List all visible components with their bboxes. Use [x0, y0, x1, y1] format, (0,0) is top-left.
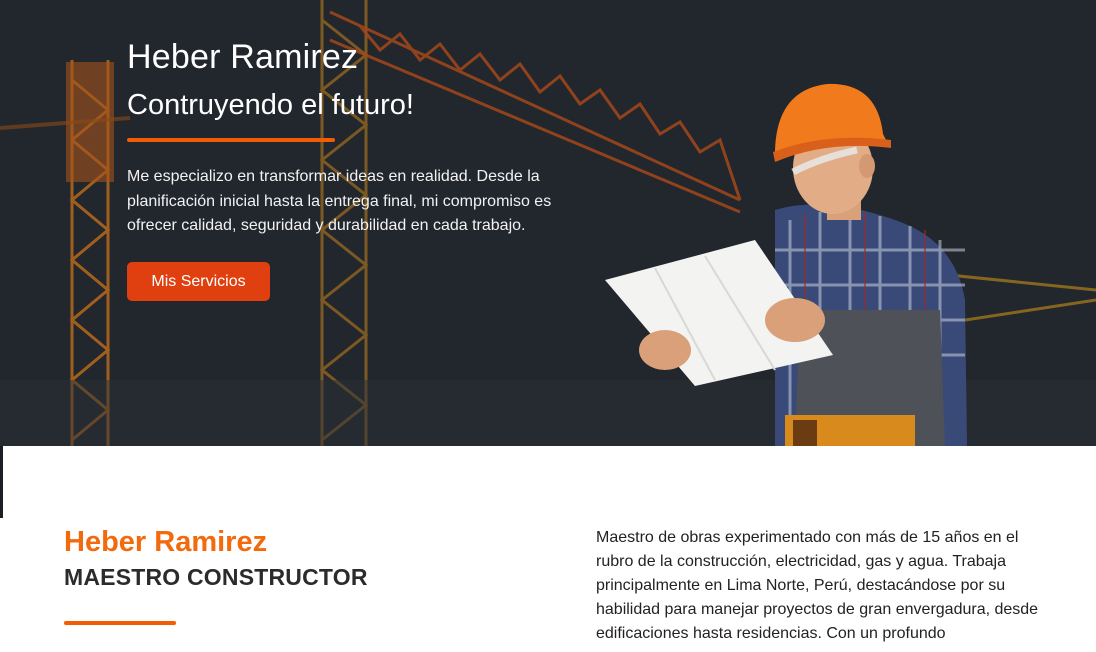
- hero-section: Heber Ramirez Contruyendo el futuro! Me …: [0, 0, 1096, 446]
- construction-worker-image: [605, 83, 967, 446]
- about-description: Maestro de obras experimentado con más d…: [596, 529, 1039, 642]
- left-edge-divider: [0, 446, 3, 518]
- about-name: Heber Ramirez: [64, 526, 268, 558]
- hero-title: Heber Ramirez: [127, 38, 359, 76]
- hero-title-underline: [127, 138, 335, 142]
- about-role: MAESTRO CONSTRUCTOR: [64, 564, 368, 590]
- services-button[interactable]: Mis Servicios: [127, 262, 270, 301]
- about-underline: [64, 621, 176, 625]
- hero-description: Me especializo en transformar ideas en r…: [127, 168, 552, 234]
- hero-subtitle: Contruyendo el futuro!: [127, 89, 414, 121]
